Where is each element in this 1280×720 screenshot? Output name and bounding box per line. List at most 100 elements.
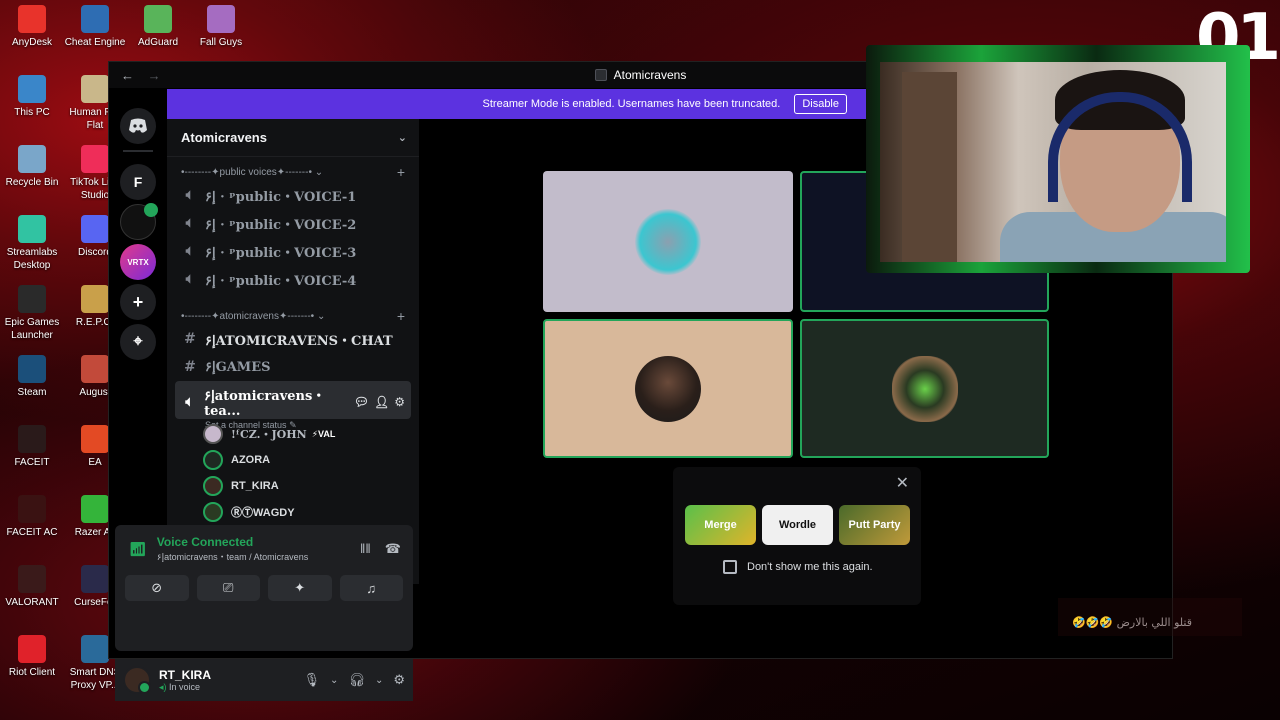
voice-member[interactable]: AZORA [203,447,419,473]
direct-messages-button[interactable] [120,108,156,144]
category-atomicravens[interactable]: •--------✦atomicravens✦-------• ⌄ + [167,307,419,325]
gear-icon[interactable]: ⚙ [394,395,405,409]
activity-wordle[interactable]: Wordle [762,505,833,545]
active-voice-channel[interactable]: 🔈︎ ۶إatomicravens・tea... 💬︎ 👤︎ ⚙ Set a c… [175,381,411,430]
desktop-shortcut[interactable]: Cheat Engine [63,5,127,49]
window-title: Atomicravens [613,68,687,82]
server-atomicravens[interactable] [120,203,158,240]
server-f[interactable]: F [120,164,156,200]
participant-tile[interactable] [800,319,1049,458]
forward-arrow-icon[interactable]: → [148,68,161,83]
checkbox[interactable] [723,560,737,574]
adguard-icon [144,5,172,33]
soundboard-button[interactable]: ♫ [339,575,403,601]
noise-suppression-icon[interactable]: ‖‖ [360,541,371,557]
voice-indicator-icon [144,203,158,217]
activity-popup: ✕ Merge Wordle Putt Party Don't show me … [673,467,921,605]
add-server-button[interactable]: + [120,284,156,320]
voice-channel-path[interactable]: ۶إatomicravens・team / Atomicravens [157,550,308,563]
gear-icon[interactable]: ⚙ [393,672,405,688]
desktop-shortcut[interactable]: FACEIT AC [0,495,64,539]
voice-small-icon: ◂) [159,681,167,692]
chat-bubble-icon[interactable]: 💬︎ [354,395,369,409]
disable-button[interactable]: Disable [794,94,847,114]
close-icon[interactable]: ✕ [896,473,909,493]
epic-games-icon [18,285,46,313]
riot-client-icon [18,635,46,663]
desktop-shortcut-label: This PC [14,107,50,118]
member-name: ⓇⓉWAGDY [231,507,295,519]
discord-icon [81,215,109,243]
door [902,72,957,262]
text-channel-chat[interactable]: #۶إATOMICRAVENS・CHAT [175,325,411,353]
voice-member[interactable]: RT_KIRA [203,473,419,499]
invite-icon[interactable]: 👤︎ [374,395,389,409]
chevron-down-icon[interactable]: ⌄ [330,675,338,686]
streamlabs-icon [18,215,46,243]
desktop-shortcut[interactable]: AdGuard [126,5,190,49]
microphone-icon[interactable]: 🎙︎ [304,672,321,688]
voice-channel-3[interactable]: 🔈︎ ۶إ · ᵖpublic・VOICE-3 [175,237,411,265]
curseforge-icon [81,565,109,593]
back-arrow-icon[interactable]: ← [121,68,134,83]
chat-overlay: قتلو اللي بالارض 🤣🤣🤣 [1058,598,1242,636]
desktop-shortcut[interactable]: Fall Guys [189,5,253,49]
desktop-shortcut[interactable]: This PC [0,75,64,119]
add-channel-icon[interactable]: + [397,164,405,180]
desktop-shortcut[interactable]: VALORANT [0,565,64,609]
chevron-down-icon[interactable]: ⌄ [375,675,383,686]
server-vertex[interactable]: VRTX [120,244,156,280]
repo-icon [81,285,109,313]
streamer-mode-text: Streamer Mode is enabled. Usernames have… [482,98,781,110]
discord-logo-icon [129,118,147,133]
rail-divider [123,150,153,152]
channel-label: ۶إGAMES [205,359,271,375]
guild-header[interactable]: Atomicravens ⌄ [167,119,419,157]
disconnect-icon[interactable]: ☎︎ [385,541,401,557]
voice-status[interactable]: Voice Connected [157,535,308,549]
desktop-shortcut-label: AnyDesk [11,37,52,48]
speaker-icon: 🔈︎ [185,187,195,203]
faceit-icon [18,425,46,453]
discover-compass-icon[interactable]: ⌖ [120,324,156,360]
add-channel-icon[interactable]: + [397,308,405,324]
camera-off-button[interactable]: ⊘ [125,575,189,601]
headphones-icon[interactable]: 🎧︎ [348,672,365,688]
voice-member[interactable]: ⓇⓉWAGDY [203,499,419,525]
desktop-shortcut[interactable]: Steam [0,355,64,399]
channel-label: ۶إ · ᵖpublic・VOICE-2 [205,217,357,233]
member-name: RT_KIRA [231,480,279,492]
guild-name: Atomicravens [181,130,267,145]
user-name[interactable]: RT_KIRA [159,668,211,682]
text-channel-games[interactable]: #۶إGAMES [175,353,411,381]
activity-merge[interactable]: Merge [685,505,756,545]
tiktok-icon [81,145,109,173]
desktop-shortcut[interactable]: Riot Client [0,635,64,679]
august-icon [81,355,109,383]
voice-channel-4[interactable]: 🔈︎ ۶إ · ᵖpublic・VOICE-4 [175,265,411,293]
desktop-shortcut[interactable]: Recycle Bin [0,145,64,189]
anydesk-icon [18,5,46,33]
user-area: RT_KIRA ◂) In voice 🎙︎ ⌄ 🎧︎ ⌄ ⚙ [115,659,413,701]
activities-button[interactable]: ✦ [268,575,332,601]
desktop-shortcut[interactable]: Streamlabs Desktop [0,215,64,272]
desktop-shortcut[interactable]: Epic Games Launcher [0,285,64,342]
desktop-shortcut[interactable]: AnyDesk [0,5,64,49]
participant-tile[interactable] [543,171,793,312]
valorant-icon [18,565,46,593]
screen-share-button[interactable]: ⎚ [196,575,260,601]
avatar[interactable] [123,666,151,694]
screen-share-icon: ⎚ [223,580,234,595]
desktop-shortcut-label: FACEIT AC [6,527,58,538]
dont-show-checkbox[interactable]: Don't show me this again. [723,560,873,574]
camera-off-icon: ⊘ [151,580,163,595]
speaker-icon: 🔈︎ [185,215,195,231]
category-label: •--------✦atomicravens✦-------• [181,310,315,322]
avatar [203,476,223,496]
activity-putt-party[interactable]: Putt Party [839,505,910,545]
category-public-voices[interactable]: •--------✦public voices✦-------• ⌄ + [167,163,419,181]
voice-channel-2[interactable]: 🔈︎ ۶إ · ᵖpublic・VOICE-2 [175,209,411,237]
voice-channel-1[interactable]: 🔈︎ ۶إ · ᵖpublic・VOICE-1 [175,181,411,209]
participant-tile[interactable] [543,319,793,458]
desktop-shortcut[interactable]: FACEIT [0,425,64,469]
